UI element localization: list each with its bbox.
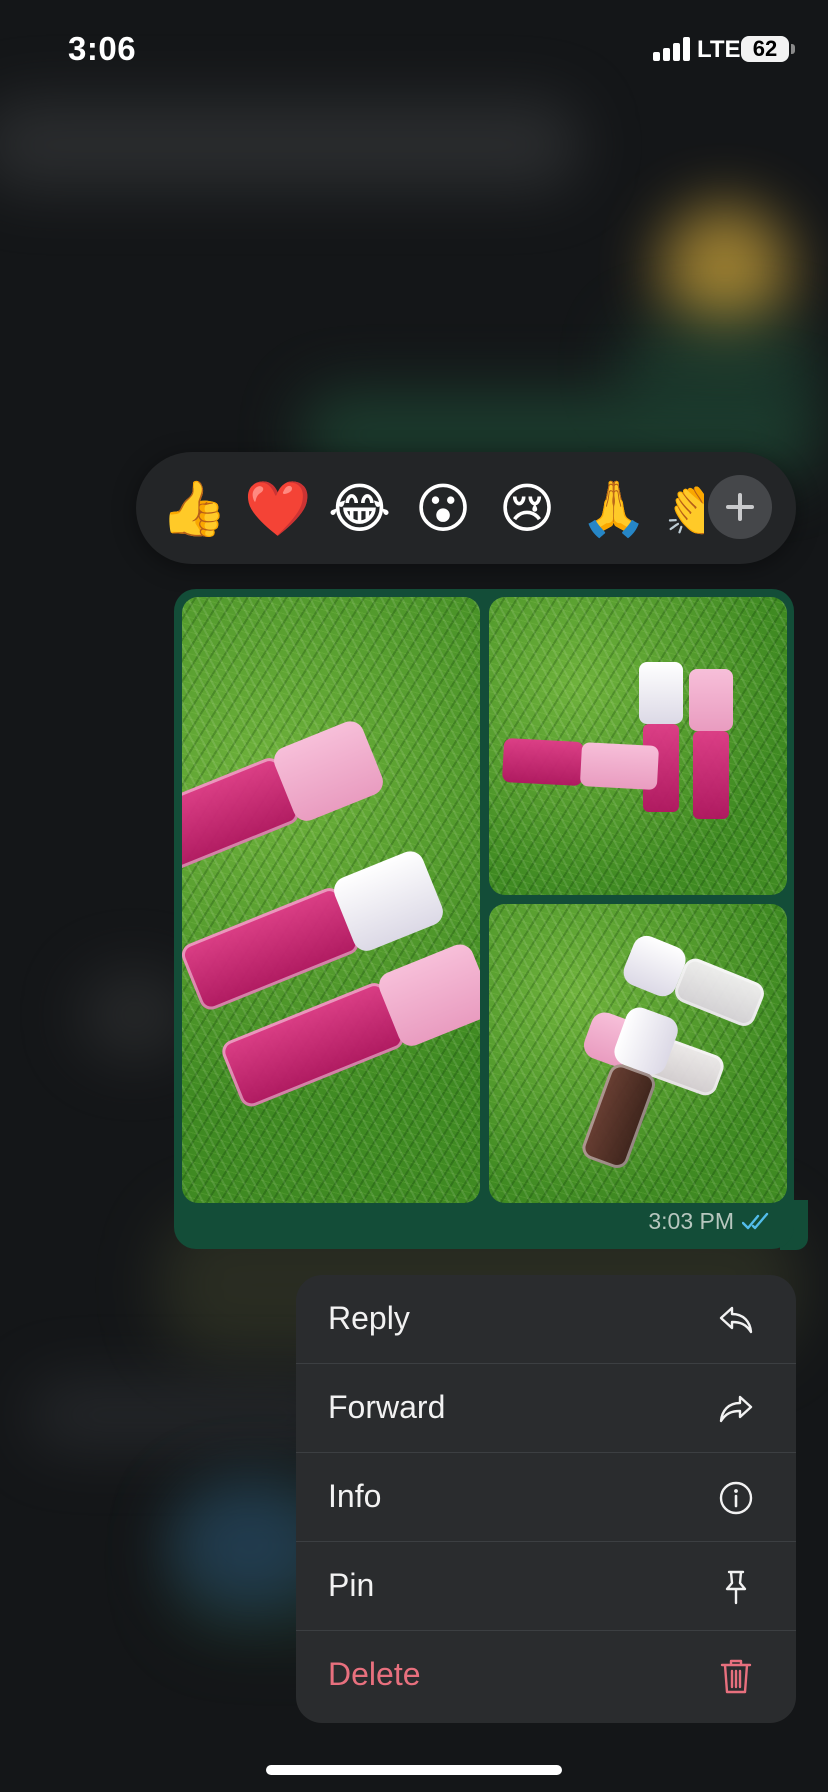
battery-icon: 62	[741, 36, 789, 62]
menu-item-info[interactable]: Info	[296, 1453, 796, 1542]
menu-item-label: Reply	[328, 1300, 410, 1336]
menu-item-label: Delete	[328, 1656, 421, 1692]
reaction-bar: 👍 ❤️ 😂 😮 😢 🙏 👏	[136, 452, 796, 564]
reaction-laughing[interactable]: 😂	[328, 478, 391, 540]
reply-icon	[719, 1306, 753, 1334]
reaction-thumbs-up[interactable]: 👍	[160, 478, 227, 540]
context-menu: Reply Forward Info Pin Delete	[296, 1275, 796, 1723]
reaction-surprised[interactable]: 😮	[412, 478, 474, 540]
reaction-heart[interactable]: ❤️	[244, 478, 311, 540]
reaction-praying-hands[interactable]: 🙏	[580, 478, 647, 540]
menu-item-label: Info	[328, 1478, 382, 1514]
menu-item-forward[interactable]: Forward	[296, 1364, 796, 1453]
menu-item-delete[interactable]: Delete	[296, 1631, 796, 1723]
network-type: LTE	[697, 36, 741, 63]
menu-item-pin[interactable]: Pin	[296, 1542, 796, 1631]
plus-icon[interactable]	[708, 475, 772, 539]
photo-lip-gloss-standing[interactable]	[489, 597, 787, 895]
blurred-avatar	[660, 205, 790, 335]
home-indicator[interactable]	[266, 1765, 562, 1775]
info-icon	[719, 1481, 753, 1515]
menu-item-label: Pin	[328, 1567, 375, 1603]
photo-lip-gloss-three-tubes[interactable]	[182, 597, 480, 1203]
message-meta: 3:03 PM	[648, 1208, 774, 1235]
pin-icon	[725, 1570, 747, 1605]
status-bar: 3:06 LTE 62	[0, 0, 828, 100]
message-bubble[interactable]: 3:03 PM	[174, 589, 794, 1249]
photo-lip-gloss-assorted[interactable]	[489, 904, 787, 1203]
menu-item-reply[interactable]: Reply	[296, 1275, 796, 1364]
status-time: 3:06	[68, 30, 137, 67]
signal-icon	[653, 37, 691, 61]
reaction-clapping[interactable]: 👏	[664, 478, 704, 540]
trash-icon	[720, 1659, 752, 1694]
message-time: 3:03 PM	[648, 1208, 734, 1234]
blurred-header	[0, 100, 580, 190]
battery-tip	[791, 44, 795, 54]
forward-icon	[719, 1395, 753, 1423]
double-check-icon	[742, 1212, 769, 1229]
menu-item-label: Forward	[328, 1389, 446, 1425]
reaction-crying[interactable]: 😢	[496, 478, 558, 540]
